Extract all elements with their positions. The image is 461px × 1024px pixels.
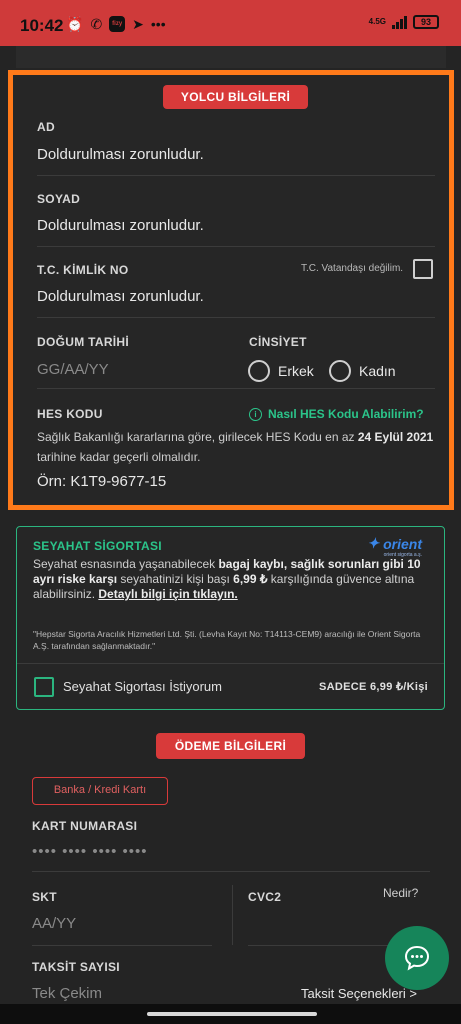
gender-female-label[interactable]: Kadın: [359, 363, 396, 379]
cvc-label: CVC2: [248, 890, 282, 904]
divider: [32, 945, 212, 946]
chat-bubble-icon: [404, 945, 430, 971]
divider: [37, 175, 435, 176]
installment-label: TAKSİT SAYISI: [32, 960, 120, 974]
hes-label: HES KODU: [37, 407, 103, 421]
alarm-icon: ⏰: [66, 16, 84, 32]
card-number-input[interactable]: •••• •••• •••• ••••: [32, 843, 148, 860]
divider: [248, 945, 388, 946]
travel-insurance-card: SEYAHAT SİGORTASI ✦ orient orient sigorta…: [16, 526, 445, 710]
hes-help-link[interactable]: i Nasıl HES Kodu Alabilirim?: [249, 407, 424, 421]
more-notifications-icon: •••: [150, 16, 166, 32]
gender-female-radio[interactable]: [329, 360, 351, 382]
divider: [17, 663, 444, 664]
insurance-checkbox[interactable]: [34, 677, 54, 697]
card-number-label: KART NUMARASI: [32, 819, 138, 833]
gender-label: CİNSİYET: [249, 335, 307, 349]
skt-input[interactable]: AA/YY: [32, 915, 76, 932]
installment-value[interactable]: Tek Çekim: [32, 985, 102, 1002]
hes-help-text[interactable]: Nasıl HES Kodu Alabilirim?: [268, 407, 424, 421]
divider: [32, 871, 430, 872]
tc-label: T.C. KİMLİK NO: [37, 263, 129, 277]
passenger-info-badge: YOLCU BİLGİLERİ: [163, 85, 308, 109]
status-time: 10:42: [20, 16, 64, 35]
signal-icon: [392, 15, 407, 29]
ad-label: AD: [37, 120, 55, 134]
divider: [37, 317, 435, 318]
tab-bank-card[interactable]: Banka / Kredi Kartı: [32, 777, 168, 805]
status-bar: 10:42 ⏰ ✆ fizy ➤ ••• 4.5G 93: [0, 0, 461, 46]
payment-info-badge: ÖDEME BİLGİLERİ: [156, 733, 305, 759]
soyad-input[interactable]: Doldurulması zorunludur.: [37, 217, 204, 234]
status-right: 4.5G 93: [369, 15, 439, 29]
not-citizen-checkbox[interactable]: [413, 259, 433, 279]
chat-button[interactable]: [385, 926, 449, 990]
insurance-detail-link[interactable]: Detaylı bilgi için tıklayın.: [98, 587, 237, 601]
not-citizen-label: T.C. Vatandaşı değilim.: [301, 263, 404, 274]
insurance-title: SEYAHAT SİGORTASI: [33, 539, 162, 553]
insurance-checkbox-label[interactable]: Seyahat Sigortası İstiyorum: [63, 679, 222, 694]
hes-description: Sağlık Bakanlığı kararlarına göre, giril…: [37, 430, 434, 464]
vertical-divider: [232, 885, 233, 945]
dob-input[interactable]: GG/AA/YY: [37, 361, 109, 378]
whatsapp-icon: ✆: [90, 16, 103, 32]
ad-input[interactable]: Doldurulması zorunludur.: [37, 146, 204, 163]
fizy-icon: fizy: [109, 16, 126, 32]
divider: [37, 246, 435, 247]
divider: [37, 388, 435, 389]
orient-logo-icon: ✦: [367, 535, 380, 551]
installment-options-link[interactable]: Taksit Seçenekleri >: [301, 986, 417, 1001]
telegram-icon: ➤: [132, 16, 144, 32]
tc-input[interactable]: Doldurulması zorunludur.: [37, 288, 204, 305]
cvc-help-link[interactable]: Nedir?: [383, 886, 418, 900]
notification-icons: ⏰ ✆ fizy ➤ •••: [66, 15, 166, 33]
insurance-note: "Hepstar Sigorta Aracılık Hizmetleri Ltd…: [33, 629, 421, 651]
orient-logo: ✦ orient orient sigorta a.ş.: [367, 535, 422, 558]
hes-input[interactable]: Örn: K1T9-9677-15: [37, 473, 166, 490]
previous-section-edge: [16, 46, 446, 68]
gender-male-label[interactable]: Erkek: [278, 363, 314, 379]
gender-male-radio[interactable]: [248, 360, 270, 382]
network-type: 4.5G: [368, 17, 386, 26]
dob-label: DOĞUM TARİHİ: [37, 335, 130, 349]
insurance-description: Seyahat esnasında yaşanabilecek bagaj ka…: [33, 557, 421, 601]
skt-label: SKT: [32, 890, 57, 904]
battery-icon: 93: [413, 15, 439, 29]
passenger-info-section: YOLCU BİLGİLERİ AD Doldurulması zorunlud…: [8, 70, 454, 510]
home-indicator[interactable]: [147, 1012, 317, 1016]
soyad-label: SOYAD: [37, 192, 81, 206]
info-icon: i: [249, 407, 262, 421]
insurance-price: SADECE 6,99 ₺/Kişi: [319, 681, 428, 693]
